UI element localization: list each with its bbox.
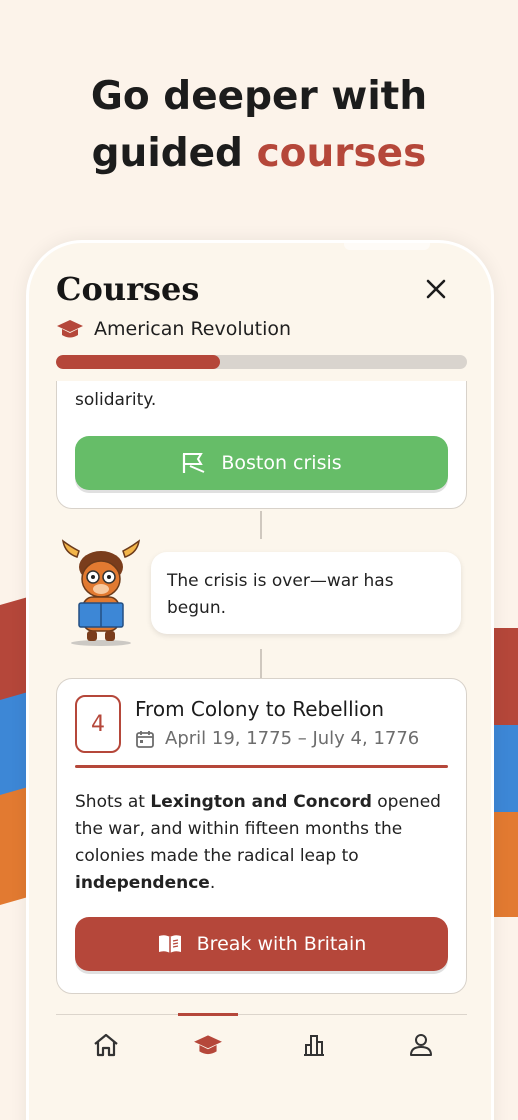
phone-frame: Courses American Revolution solidarity. … — [26, 240, 494, 1120]
page-title: Courses — [56, 270, 200, 308]
desc-part: . — [209, 873, 216, 893]
unit-card-text: solidarity. — [75, 390, 157, 410]
calendar-icon — [136, 730, 154, 748]
unit-divider — [75, 765, 448, 768]
timeline-connector — [260, 649, 262, 678]
graduation-cap-icon — [194, 1035, 222, 1055]
nav-stats[interactable] — [284, 1015, 344, 1075]
home-icon — [94, 1033, 118, 1057]
course-progress-fill — [56, 355, 221, 369]
desc-bold-lexington: Lexington and Concord — [150, 792, 372, 812]
unit-number-badge: 4 — [75, 695, 121, 753]
headline-prefix: guided — [91, 131, 257, 176]
bison-mascot — [61, 539, 141, 646]
mascot-speech-bubble: The crisis is over—war has begun. — [151, 552, 461, 634]
boston-crisis-label: Boston crisis — [221, 452, 342, 474]
break-with-britain-button[interactable]: Break with Britain — [75, 917, 448, 971]
profile-icon — [410, 1034, 432, 1056]
graduation-cap-icon — [57, 320, 83, 338]
nav-courses[interactable] — [178, 1013, 238, 1075]
book-icon — [158, 935, 181, 953]
break-with-britain-label: Break with Britain — [196, 933, 367, 955]
headline-line-1: Go deeper with — [90, 74, 428, 119]
timeline-connector — [260, 511, 262, 539]
unit-card-4: 4 From Colony to Rebellion April 19, 177… — [56, 678, 467, 994]
headline-line-2: guided courses — [0, 125, 518, 182]
desc-bold-independence: independence — [75, 873, 210, 893]
unit-date-row: April 19, 1775 – July 4, 1776 — [135, 728, 419, 749]
boston-crisis-button[interactable]: Boston crisis — [75, 436, 448, 490]
unit-card-previous: solidarity. Boston crisis — [56, 381, 467, 509]
nav-active-indicator — [178, 1013, 238, 1016]
bottom-nav — [56, 1013, 467, 1075]
phone-notch — [344, 243, 430, 250]
unit-description: Shots at Lexington and Concord opened th… — [75, 789, 448, 897]
nav-home[interactable] — [76, 1015, 136, 1075]
course-timeline[interactable]: solidarity. Boston crisis The crisis is … — [29, 381, 491, 1013]
desc-part: Shots at — [75, 792, 151, 812]
unit-dates: April 19, 1775 – July 4, 1776 — [165, 728, 420, 749]
stats-icon — [304, 1035, 324, 1056]
close-icon[interactable] — [423, 276, 449, 302]
unit-title: From Colony to Rebellion — [135, 697, 385, 721]
nav-profile[interactable] — [391, 1015, 451, 1075]
flag-icon — [183, 453, 205, 473]
course-name: American Revolution — [94, 318, 292, 340]
headline-accent: courses — [256, 131, 427, 176]
course-breadcrumb: American Revolution — [56, 318, 291, 340]
headline: Go deeper with guided courses — [0, 68, 518, 182]
course-progress-bar — [56, 355, 467, 369]
